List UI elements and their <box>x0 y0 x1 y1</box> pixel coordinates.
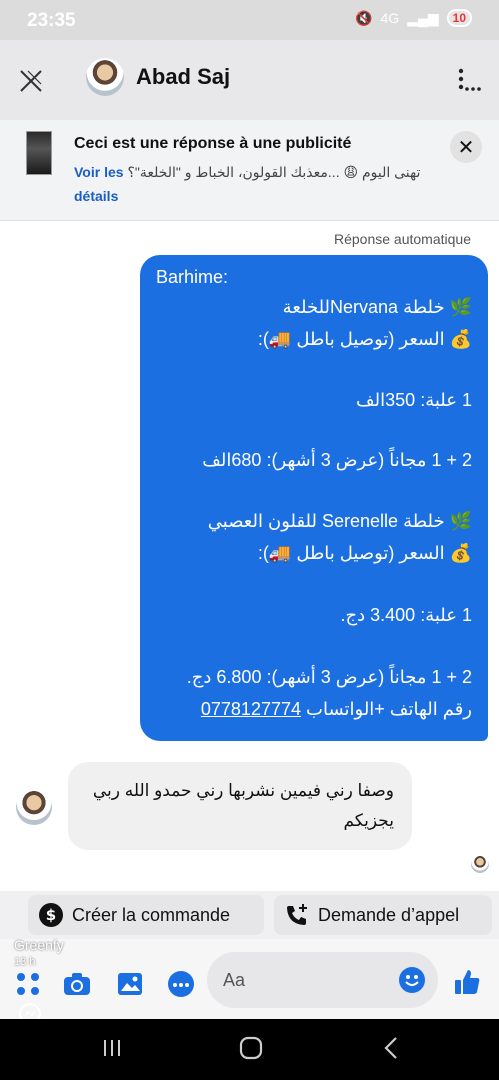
recent-apps-icon[interactable] <box>101 1037 123 1059</box>
call-request-button[interactable]: Demande d’appel <box>274 895 492 935</box>
message-line: 2 + 1 مجاناً (عرض 3 أشهر): 6.800 دج. <box>186 667 472 687</box>
message-line: رقم الهاتف +الواتساب 0778127774 <box>201 699 472 720</box>
contact-name[interactable]: Abad Saj <box>136 64 230 90</box>
system-nav-bar <box>0 1019 499 1080</box>
phone-label: رقم الهاتف +الواتساب <box>306 699 472 719</box>
mute-icon: 🔇 <box>355 9 373 26</box>
ad-thumbnail[interactable] <box>26 131 52 175</box>
emoji-icon[interactable] <box>398 966 426 994</box>
message-line: 2 + 1 مجاناً (عرض 3 أشهر): 680الف <box>202 450 472 470</box>
message-line: 💰 السعر (توصيل باطل 🚚): <box>257 543 472 563</box>
gallery-icon[interactable] <box>115 969 145 999</box>
close-icon[interactable] <box>18 68 44 94</box>
message-input[interactable]: Aa <box>207 952 438 1008</box>
apps-menu-icon[interactable] <box>14 969 44 999</box>
back-icon[interactable] <box>381 1036 401 1060</box>
create-order-button[interactable]: $ Créer la commande <box>28 895 264 935</box>
signal-icon: ▂▄▆ <box>407 9 439 26</box>
chat-header: Abad Saj <box>0 40 499 120</box>
ad-title: Ceci est une réponse à une publicité <box>74 135 352 152</box>
watermark-brand: Greenfy <box>14 937 64 953</box>
network-type: 4G <box>380 10 400 26</box>
more-options-icon[interactable] <box>457 66 483 94</box>
status-time: 23:35 <box>27 10 76 31</box>
create-order-label: Créer la commande <box>72 904 231 925</box>
message-composer: Aa <box>0 939 499 1019</box>
call-request-label: Demande d’appel <box>318 904 460 925</box>
dollar-icon: $ <box>39 903 63 927</box>
message-line: 1 علبة: 3.400 دج. <box>340 605 473 625</box>
camera-icon[interactable] <box>62 969 92 999</box>
status-bar: 23:35 🔇 4G ▂▄▆ 10 <box>0 0 499 40</box>
message-line: 💰 السعر (توصيل باطل 🚚): <box>257 329 472 349</box>
auto-reply-label: Réponse automatique <box>334 231 471 247</box>
message-line: 🌿 خلطة Nervanaللخلعة <box>282 297 472 317</box>
ad-details-link[interactable]: Voir les détails <box>74 164 124 204</box>
quick-actions-bar: $ Créer la commande Demande d’appel <box>0 891 499 939</box>
close-icon: ✕ <box>457 136 475 159</box>
phone-plus-icon <box>287 904 307 925</box>
incoming-message[interactable]: وصفا رني فيمين نشربها رني حمدو الله ربي … <box>68 762 412 850</box>
ad-reply-banner: Ceci est une réponse à une publicité تهن… <box>0 120 499 221</box>
message-placeholder: Aa <box>223 970 246 990</box>
ad-snippet-block: تهنى اليوم 😩 ...معذبك القولون، الخباط و … <box>74 160 434 208</box>
phone-link[interactable]: 0778127774 <box>201 699 301 719</box>
banner-close-button[interactable]: ✕ <box>450 131 482 163</box>
message-thread: Réponse automatique Barhime: 🌿 خلطة Nerv… <box>0 221 499 891</box>
ad-snippet: تهنى اليوم 😩 ...معذبك القولون، الخباط و … <box>127 164 421 180</box>
outgoing-message[interactable]: Barhime: 🌿 خلطة Nervanaللخلعة 💰 السعر (ت… <box>140 255 488 741</box>
like-icon[interactable] <box>452 967 482 997</box>
read-receipt-avatar <box>471 855 489 873</box>
message-line: 🌿 خلطة Serenelle للقلون العصبي <box>207 511 472 531</box>
battery-indicator: 10 <box>446 9 472 27</box>
status-icons: 🔇 4G ▂▄▆ 10 <box>355 9 472 27</box>
contact-avatar[interactable] <box>86 58 124 96</box>
message-line: 1 علبة: 350الف <box>356 390 472 410</box>
home-icon[interactable] <box>239 1036 263 1060</box>
message-line: Barhime: <box>156 267 229 287</box>
sender-avatar[interactable] <box>16 789 52 825</box>
chat-bubble-icon[interactable] <box>166 969 196 999</box>
svg-text:$: $ <box>46 906 56 924</box>
watermark-time: 13 h <box>14 956 36 968</box>
